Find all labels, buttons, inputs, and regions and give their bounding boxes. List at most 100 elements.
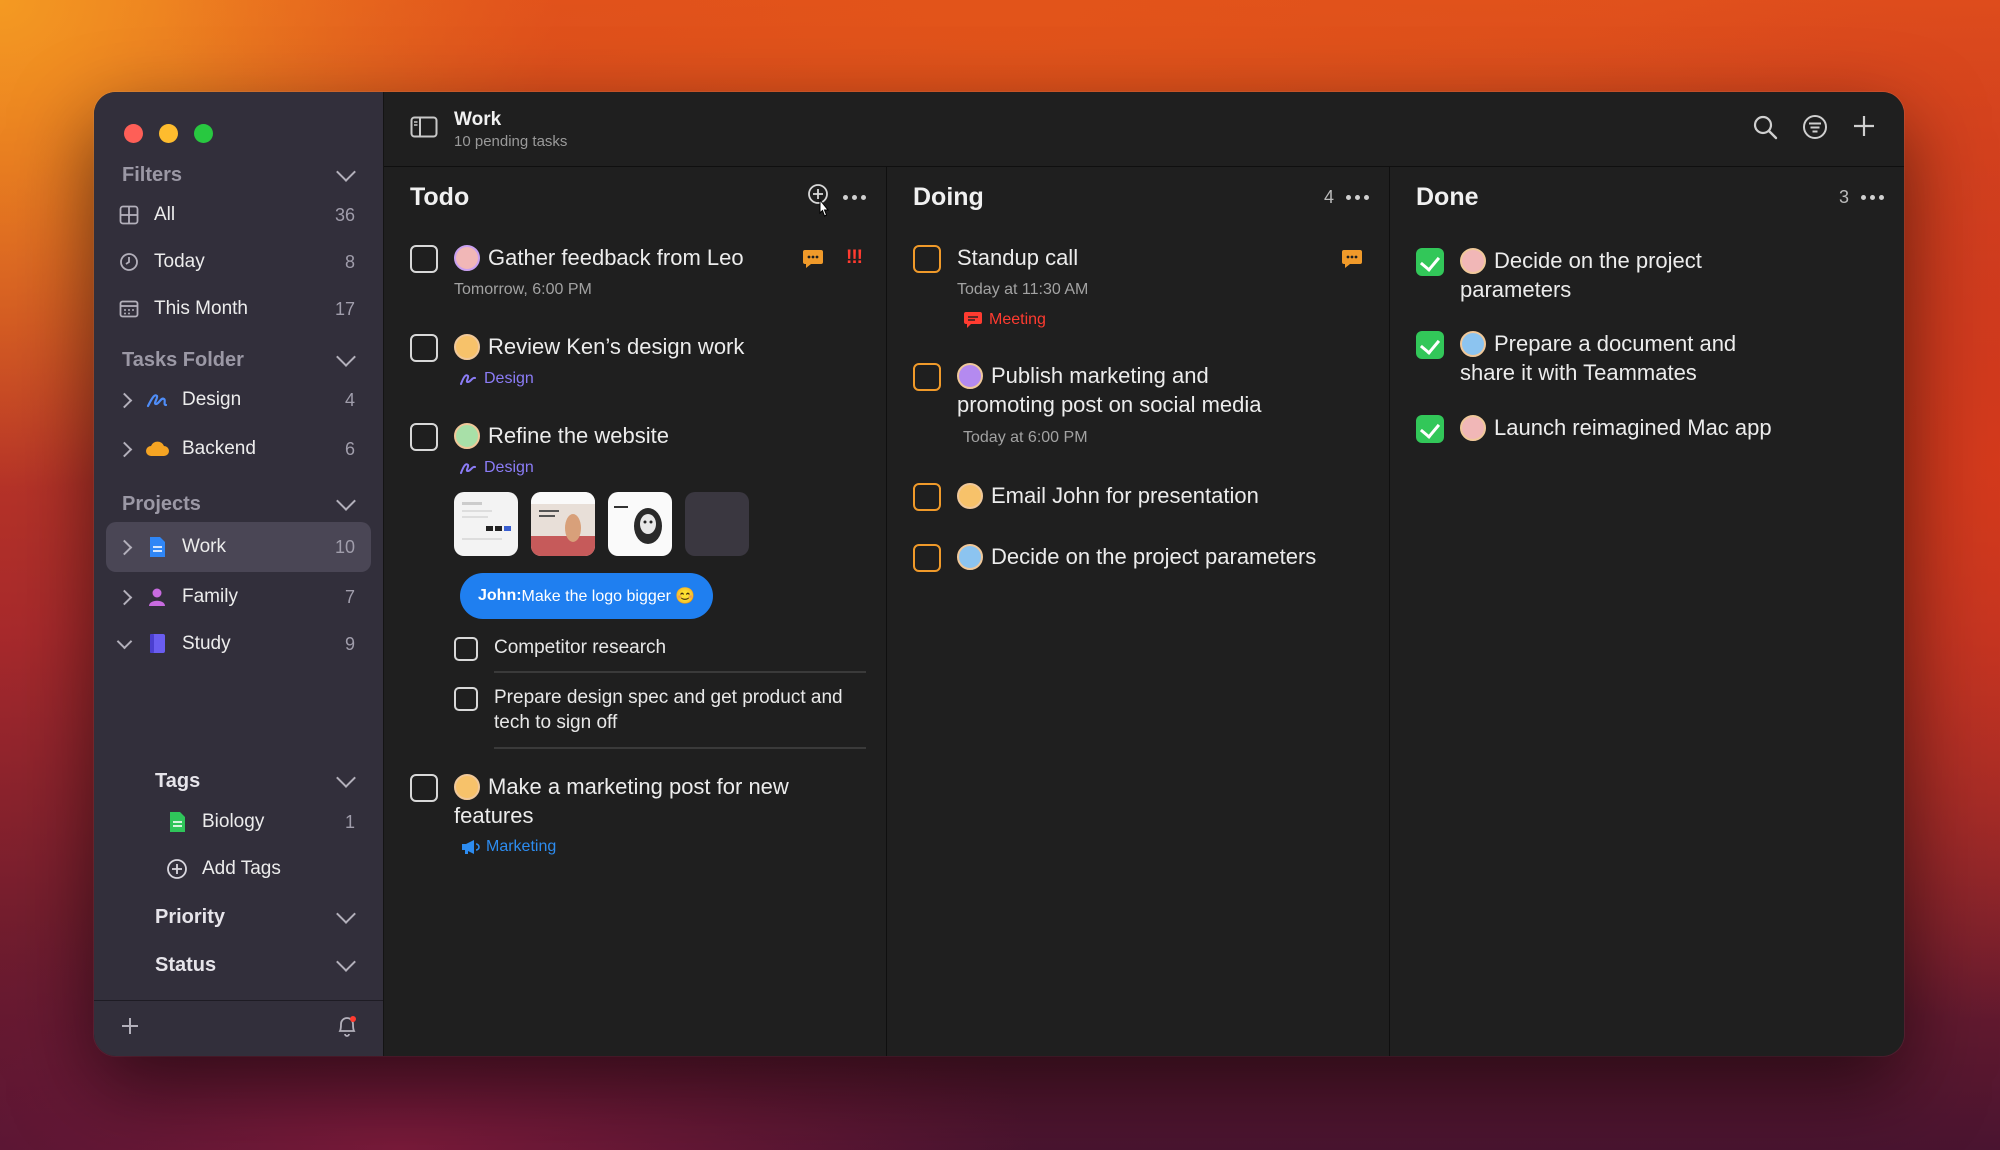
chevron-down-icon[interactable] bbox=[106, 633, 142, 650]
sidebar-item-backend[interactable]: Backend 6 bbox=[106, 425, 371, 473]
add-icon[interactable] bbox=[1852, 114, 1876, 145]
task-card[interactable]: Launch reimagined Mac app bbox=[1416, 413, 1884, 453]
more-icon[interactable] bbox=[1861, 194, 1884, 200]
task-card[interactable]: Publish marketing and promoting post on … bbox=[913, 361, 1369, 451]
column-done: Done 3 Decide on the project parameters bbox=[1390, 167, 1904, 1056]
task-checkbox[interactable] bbox=[913, 245, 941, 273]
subtask-label: Competitor research bbox=[494, 637, 667, 658]
subtask-checkbox[interactable] bbox=[454, 687, 478, 711]
chevron-down-icon[interactable] bbox=[336, 768, 356, 788]
attachment-thumbnail[interactable] bbox=[608, 492, 672, 556]
more-icon[interactable] bbox=[1346, 194, 1369, 200]
chevron-down-icon[interactable] bbox=[336, 904, 356, 924]
person-icon bbox=[142, 587, 172, 607]
projects-header[interactable]: Projects bbox=[122, 489, 356, 519]
add-tags-button[interactable]: Add Tags bbox=[150, 845, 371, 893]
task-checkbox[interactable] bbox=[410, 423, 438, 451]
tag-design[interactable]: Design bbox=[460, 370, 534, 388]
sidebar-item-family[interactable]: Family 7 bbox=[106, 573, 371, 621]
task-checkbox-checked[interactable] bbox=[1416, 248, 1444, 276]
subtask-item[interactable]: Prepare design spec and get product and … bbox=[454, 685, 846, 735]
task-card[interactable]: Email John for presentation bbox=[913, 481, 1369, 521]
chevron-right-icon[interactable] bbox=[106, 392, 142, 408]
subtask-checkbox[interactable] bbox=[454, 637, 478, 661]
minimize-button[interactable] bbox=[159, 124, 178, 143]
task-checkbox[interactable] bbox=[913, 363, 941, 391]
priority-header-label: Priority bbox=[155, 905, 226, 928]
task-checkbox-checked[interactable] bbox=[1416, 331, 1444, 359]
comment-bubble[interactable]: John: Make the logo bigger 😊 bbox=[460, 573, 714, 619]
task-checkbox[interactable] bbox=[913, 544, 941, 572]
search-icon[interactable] bbox=[1752, 114, 1778, 145]
tag-marketing[interactable]: Marketing bbox=[460, 838, 556, 856]
task-checkbox[interactable] bbox=[410, 245, 438, 273]
board-columns: Todo Gather feedback from Leo Tomorrow, … bbox=[384, 167, 1904, 1056]
plus-icon[interactable] bbox=[120, 1016, 140, 1041]
task-checkbox-checked[interactable] bbox=[1416, 415, 1444, 443]
column-count: 3 bbox=[1838, 186, 1849, 207]
task-card[interactable]: Review Ken’s design work Design bbox=[410, 332, 866, 392]
task-card[interactable]: Prepare a document and share it with Tea… bbox=[1416, 329, 1884, 393]
chevron-down-icon[interactable] bbox=[336, 347, 356, 367]
attachment-thumbnail[interactable] bbox=[531, 492, 595, 556]
sidebar-item-label: Design bbox=[182, 389, 242, 410]
sidebar-item-design[interactable]: Design 4 bbox=[106, 376, 371, 424]
avatar bbox=[454, 774, 480, 800]
subtask-item[interactable]: Competitor research bbox=[454, 635, 886, 661]
tag-meeting[interactable]: Meeting bbox=[963, 311, 1046, 329]
sidebar-item-this-month[interactable]: This Month 17 bbox=[106, 285, 371, 333]
tasks-folder-header-label: Tasks Folder bbox=[122, 348, 244, 371]
task-card[interactable]: Make a marketing post for new features M… bbox=[410, 772, 866, 862]
sidebar-item-work[interactable]: Work 10 bbox=[106, 522, 371, 572]
sidebar-item-all[interactable]: All 36 bbox=[106, 191, 371, 239]
task-card[interactable]: Refine the website Design John: Make the… bbox=[410, 421, 866, 801]
filters-header[interactable]: Filters bbox=[122, 160, 356, 190]
close-button[interactable] bbox=[124, 124, 143, 143]
chevron-down-icon[interactable] bbox=[336, 952, 356, 972]
tags-header[interactable]: Tags bbox=[155, 766, 356, 796]
chevron-down-icon[interactable] bbox=[336, 491, 356, 511]
chevron-right-icon[interactable] bbox=[106, 441, 142, 457]
sidebar: Filters All 36 Today 8 This Month 17 Tas bbox=[94, 92, 384, 1056]
sidebar-item-today[interactable]: Today 8 bbox=[106, 238, 371, 286]
task-checkbox[interactable] bbox=[410, 774, 438, 802]
task-card[interactable]: Gather feedback from Leo Tomorrow, 6:00 … bbox=[410, 243, 866, 313]
comment-icon[interactable] bbox=[1341, 249, 1363, 274]
comment-icon[interactable] bbox=[802, 249, 824, 274]
page-title: Work bbox=[454, 108, 502, 130]
bell-icon[interactable] bbox=[335, 1014, 359, 1043]
sidebar-item-biology[interactable]: Biology 1 bbox=[150, 798, 371, 846]
task-checkbox[interactable] bbox=[410, 334, 438, 362]
chevron-right-icon[interactable] bbox=[106, 589, 142, 605]
sidebar-toggle-icon[interactable] bbox=[410, 115, 438, 144]
column-header: Todo bbox=[384, 167, 886, 227]
priority-header[interactable]: Priority bbox=[155, 902, 356, 932]
sidebar-item-label: Today bbox=[154, 251, 205, 272]
status-header[interactable]: Status bbox=[155, 950, 356, 980]
column-tools bbox=[807, 169, 866, 226]
task-title-text: Prepare a document and share it with Tea… bbox=[1460, 331, 1737, 385]
more-icon[interactable] bbox=[843, 194, 866, 200]
task-card[interactable]: Standup call Today at 11:30 AM Meeting bbox=[913, 243, 1369, 343]
task-title: Prepare a document and share it with Tea… bbox=[1460, 329, 1794, 387]
task-title: Decide on the project parameters bbox=[991, 544, 1317, 569]
attachment-more[interactable] bbox=[685, 492, 749, 556]
add-task-icon[interactable] bbox=[807, 169, 831, 226]
chevron-right-icon[interactable] bbox=[106, 539, 142, 555]
attachment-thumbnail[interactable] bbox=[454, 492, 518, 556]
zoom-button[interactable] bbox=[194, 124, 213, 143]
chevron-down-icon[interactable] bbox=[336, 162, 356, 182]
comment-text: Make the logo bigger 😊 bbox=[521, 588, 696, 605]
task-card[interactable]: Decide on the project parameters bbox=[913, 542, 1369, 582]
tasks-folder-header[interactable]: Tasks Folder bbox=[122, 345, 356, 375]
column-header: Doing 4 bbox=[887, 167, 1389, 227]
sidebar-item-label: This Month bbox=[154, 298, 248, 319]
task-card[interactable]: Decide on the project parameters bbox=[1416, 246, 1884, 310]
sidebar-item-count: 17 bbox=[334, 298, 355, 319]
sidebar-item-study[interactable]: Study 9 bbox=[106, 620, 371, 668]
task-checkbox[interactable] bbox=[913, 483, 941, 511]
cloud-icon bbox=[142, 440, 172, 458]
tag-design[interactable]: Design bbox=[460, 459, 534, 477]
app-window: Filters All 36 Today 8 This Month 17 Tas bbox=[94, 92, 1904, 1056]
filter-icon[interactable] bbox=[1802, 114, 1828, 145]
